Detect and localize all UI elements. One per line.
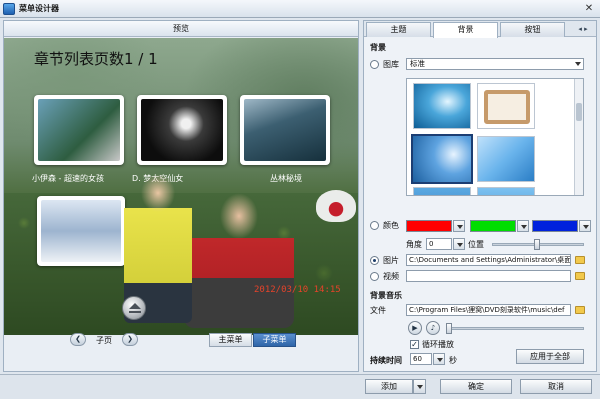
apply-all-button[interactable]: 应用于全部 (516, 349, 584, 364)
window-title: 菜单设计器 (19, 4, 59, 13)
music-progress-thumb[interactable] (446, 323, 452, 334)
color-swatch-1-dropdown[interactable] (453, 220, 465, 232)
position-slider-thumb[interactable] (534, 239, 540, 250)
preview-header: 预览 (4, 21, 358, 37)
add-dropdown-button[interactable] (413, 379, 426, 394)
duration-label: 持续时间 (370, 356, 402, 365)
chapter-thumbnail-1[interactable] (34, 95, 124, 165)
settings-panel: 主题 背景 按钮 ◂ ▸ 背景 图库 标准 颜色 角度 0 位置 图片 C:\D… (363, 20, 597, 372)
tab-bar: 主题 背景 按钮 ◂ ▸ (364, 21, 596, 38)
background-option[interactable] (413, 187, 471, 195)
video-path-input[interactable] (406, 270, 571, 282)
main-menu-button[interactable]: 主菜单 (209, 333, 252, 347)
chapter-thumbnail-4[interactable] (37, 196, 125, 266)
chapter-thumbnail-2[interactable] (137, 95, 227, 165)
chapter-thumbnail-3[interactable] (240, 95, 330, 165)
add-button[interactable]: 添加 (365, 379, 413, 394)
chapter-title[interactable]: 章节列表页数1 / 1 (34, 48, 158, 69)
background-option[interactable] (477, 83, 535, 129)
play-button[interactable]: ▶ (408, 321, 422, 335)
duration-unit: 秒 (449, 356, 457, 365)
color-label: 颜色 (383, 221, 399, 230)
close-button[interactable]: ✕ (582, 2, 596, 15)
ok-button[interactable]: 确定 (440, 379, 512, 394)
next-page-button[interactable]: ❯ (122, 333, 138, 346)
music-folder-icon[interactable] (575, 306, 585, 314)
color-swatch-3[interactable] (532, 220, 578, 232)
tab-theme[interactable]: 主题 (366, 22, 431, 37)
preview-panel: 预览 章节列表页数1 / 1 小伊森 - 超速的女孩 D. 梦太空仙女 丛林秘境… (3, 20, 359, 372)
loop-label: 循环播放 (422, 340, 454, 349)
volume-button[interactable]: ♪ (426, 321, 440, 335)
gallery-scrollbar[interactable] (574, 79, 583, 195)
background-gallery (406, 78, 584, 196)
video-label: 视频 (383, 272, 399, 281)
angle-input[interactable]: 0 (426, 238, 452, 250)
page-label: 子页 (96, 336, 112, 345)
music-section-title: 背景音乐 (370, 291, 402, 300)
tab-scroll-arrows[interactable]: ◂ ▸ (572, 24, 594, 34)
photo-timestamp: 2012/03/10 14:15 (254, 285, 341, 295)
image-folder-icon[interactable] (575, 256, 585, 264)
title-bar: 菜单设计器 ✕ (0, 0, 600, 18)
video-radio[interactable] (370, 272, 379, 281)
background-option[interactable] (413, 83, 471, 129)
background-section-title: 背景 (370, 43, 386, 52)
app-icon (3, 3, 15, 15)
music-file-label: 文件 (370, 306, 386, 315)
color-radio[interactable] (370, 221, 379, 230)
video-folder-icon[interactable] (575, 272, 585, 280)
color-swatch-2-dropdown[interactable] (517, 220, 529, 232)
background-option[interactable] (477, 136, 535, 182)
duration-input[interactable]: 60 (410, 353, 432, 365)
chapter-caption-1[interactable]: 小伊森 - 超速的女孩 (32, 173, 104, 184)
tab-background[interactable]: 背景 (433, 22, 498, 38)
library-label: 图库 (383, 60, 399, 69)
library-select[interactable]: 标准 (406, 58, 584, 70)
loop-checkbox[interactable]: ✓ (410, 340, 419, 349)
color-swatch-2[interactable] (470, 220, 516, 232)
sub-menu-button[interactable]: 子菜单 (253, 333, 296, 347)
image-label: 图片 (383, 256, 399, 265)
bottom-bar: 添加 确定 取消 (0, 374, 600, 399)
prev-page-button[interactable]: ❮ (70, 333, 86, 346)
color-swatch-3-dropdown[interactable] (579, 220, 591, 232)
chapter-caption-3[interactable]: 丛林秘境 (270, 173, 302, 184)
angle-label: 角度 (406, 240, 422, 249)
eject-icon[interactable] (122, 296, 146, 320)
background-option-selected[interactable] (411, 134, 473, 184)
menu-preview-canvas: 章节列表页数1 / 1 小伊森 - 超速的女孩 D. 梦太空仙女 丛林秘境 20… (4, 38, 358, 335)
image-path-input[interactable]: C:\Documents and Settings\Administrator\… (406, 254, 571, 266)
duration-stepper[interactable] (433, 353, 445, 365)
photo-adult (184, 188, 294, 328)
music-file-input[interactable]: C:\Program Files\狸窝\DVD刻录软件\music\def (406, 304, 571, 316)
angle-dropdown[interactable] (453, 238, 465, 250)
image-radio[interactable] (370, 256, 379, 265)
position-label: 位置 (468, 240, 484, 249)
background-option[interactable] (477, 187, 535, 195)
tab-buttons[interactable]: 按钮 (500, 22, 565, 37)
music-progress-slider[interactable] (446, 327, 584, 330)
swan-decoration (316, 190, 356, 222)
library-radio[interactable] (370, 60, 379, 69)
color-swatch-1[interactable] (406, 220, 452, 232)
cancel-button[interactable]: 取消 (520, 379, 592, 394)
